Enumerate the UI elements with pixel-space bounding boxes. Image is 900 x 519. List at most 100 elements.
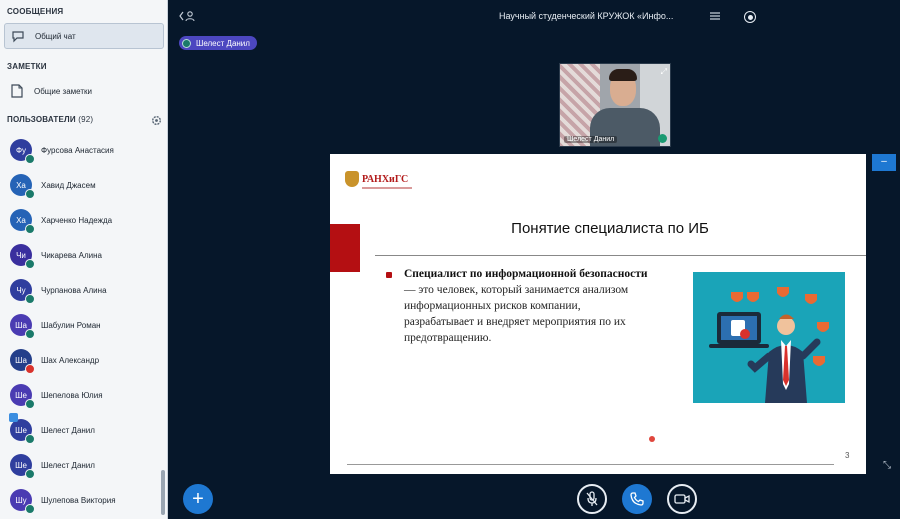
user-list-item[interactable]: Ше Шелест Данил <box>10 452 160 479</box>
user-name: Фурсова Анастасия <box>41 145 114 155</box>
microphone-icon <box>586 491 598 506</box>
slide-title: Понятие специалиста по ИБ <box>511 220 709 237</box>
user-name: Чикарева Алина <box>41 250 102 260</box>
user-name: Шепелова Юлия <box>41 390 103 400</box>
shared-notes-item[interactable]: Общие заметки <box>4 78 164 104</box>
slide-page-number: 3 <box>845 451 850 460</box>
footer-divider <box>347 464 834 465</box>
user-name: Харченко Надежда <box>41 215 113 225</box>
headset-icon <box>25 504 35 514</box>
user-name: Хавид Джасем <box>41 180 96 190</box>
avatar: Шу <box>10 489 35 514</box>
slide-accent-band <box>330 224 360 272</box>
user-list-item[interactable]: Ше Шепелова Юлия <box>10 382 160 409</box>
more-options-icon[interactable] <box>709 11 721 24</box>
camera-button[interactable] <box>667 484 697 514</box>
plus-icon[interactable]: + <box>183 484 213 514</box>
presentation-slide: РАНХиГС Понятие специалиста по ИБ Специа… <box>330 154 866 474</box>
public-chat-label: Общий чат <box>35 31 76 41</box>
user-list-item[interactable]: Ха Харченко Надежда <box>10 207 160 234</box>
user-list-item[interactable]: Чи Чикарева Алина <box>10 242 160 269</box>
public-chat-item[interactable]: Общий чат <box>4 23 164 49</box>
users-section-title: ПОЛЬЗОВАТЕЛИ (92) <box>7 115 94 124</box>
user-name: Шелест Данил <box>41 425 95 435</box>
avatar: Фу <box>10 139 35 164</box>
user-name: Шах Александр <box>41 355 100 365</box>
avatar-initials: Ше <box>15 460 27 470</box>
phone-button[interactable] <box>622 484 652 514</box>
avatar: Ша <box>10 314 35 339</box>
muted-mic-icon <box>25 364 35 374</box>
notes-section-title: ЗАМЕТКИ <box>7 62 47 71</box>
avatar-initials: Шу <box>15 495 27 505</box>
sidebar: СООБЩЕНИЯ Общий чат ЗАМЕТКИ Общие заметк… <box>0 0 168 519</box>
users-count: (92) <box>78 115 94 124</box>
emblem-icon <box>345 171 359 187</box>
avatar: Ха <box>10 209 35 234</box>
avatar-initials: Ха <box>16 180 26 190</box>
phone-icon <box>630 492 644 506</box>
messages-section-title: СООБЩЕНИЯ <box>7 7 64 16</box>
title-divider <box>375 255 866 256</box>
user-name: Чурпанова Алина <box>41 285 107 295</box>
user-name: Шабулин Роман <box>41 320 101 330</box>
slide-definition: — это человек, который занимается анализ… <box>404 284 629 344</box>
headset-icon <box>25 294 35 304</box>
microphone-button[interactable] <box>577 484 607 514</box>
webcam-audio-icon <box>658 134 667 143</box>
expand-icon[interactable]: ⤢ <box>661 67 667 77</box>
chat-bubble-icon <box>11 29 25 43</box>
sidebar-scrollbar[interactable] <box>161 470 165 515</box>
webcam-name-label: Шелест Данил <box>564 136 618 143</box>
avatar-initials: Ха <box>16 215 26 225</box>
bullet-marker <box>386 272 392 278</box>
avatar-initials: Чи <box>16 250 26 260</box>
shared-notes-label: Общие заметки <box>34 86 92 96</box>
record-icon[interactable] <box>744 11 756 23</box>
main-area: Научный студенческий КРУЖОК «Инфо... Шел… <box>169 0 900 519</box>
headset-icon <box>25 189 35 199</box>
user-list-item[interactable]: Шу Шулепова Виктория <box>10 487 160 514</box>
fullscreen-icon[interactable]: ⤡ <box>883 460 896 473</box>
avatar-initials: Фу <box>15 145 27 155</box>
meeting-title: Научный студенческий КРУЖОК «Инфо... <box>499 11 674 21</box>
avatar: Ше <box>10 454 35 479</box>
webcam-tile[interactable]: Шелест Данил ⤢ <box>559 63 671 147</box>
headset-icon <box>25 329 35 339</box>
headset-icon <box>25 259 35 269</box>
avatar-initials: Чу <box>16 285 26 295</box>
user-list-item[interactable]: Ха Хавид Джасем <box>10 172 160 199</box>
webcam-person-hair <box>609 69 637 81</box>
avatar: Ха <box>10 174 35 199</box>
headset-icon <box>25 154 35 164</box>
presenter-name: Шелест Данил <box>196 38 250 48</box>
avatar-initials: Ша <box>15 355 27 365</box>
avatar-initials: Ше <box>15 425 27 435</box>
document-icon <box>10 84 24 98</box>
headset-icon <box>25 224 35 234</box>
user-list-item[interactable]: Ша Шабулин Роман <box>10 312 160 339</box>
logo: РАНХиГС <box>345 171 412 189</box>
collapse-sidebar-button[interactable] <box>179 10 197 24</box>
camera-icon <box>674 494 690 504</box>
avatar: Чи <box>10 244 35 269</box>
user-list-item[interactable]: Ше Шелест Данил <box>10 417 160 444</box>
avatar-initials: Ше <box>15 390 27 400</box>
security-specialist-illustration <box>693 272 845 403</box>
presenter-status-icon <box>182 38 191 48</box>
gear-icon[interactable] <box>151 113 162 131</box>
minimize-presentation-button[interactable]: – <box>872 154 896 171</box>
logo-text: РАНХиГС <box>362 173 409 185</box>
user-list-item[interactable]: Ша Шах Александр <box>10 347 160 374</box>
user-list-item[interactable]: Чу Чурпанова Алина <box>10 277 160 304</box>
user-name: Шелест Данил <box>41 460 95 470</box>
user-list-item[interactable]: Фу Фурсова Анастасия <box>10 137 160 164</box>
presenter-marker-icon <box>9 413 18 422</box>
avatar: Ше <box>10 419 35 444</box>
avatar: Ше <box>10 384 35 409</box>
slide-term: Специалист по информационной безопасност… <box>404 268 648 280</box>
presenter-badge: Шелест Данил <box>179 36 257 50</box>
avatar-initials: Ша <box>15 320 27 330</box>
laser-pointer <box>649 436 655 442</box>
slide-body: Специалист по информационной безопасност… <box>404 266 649 346</box>
